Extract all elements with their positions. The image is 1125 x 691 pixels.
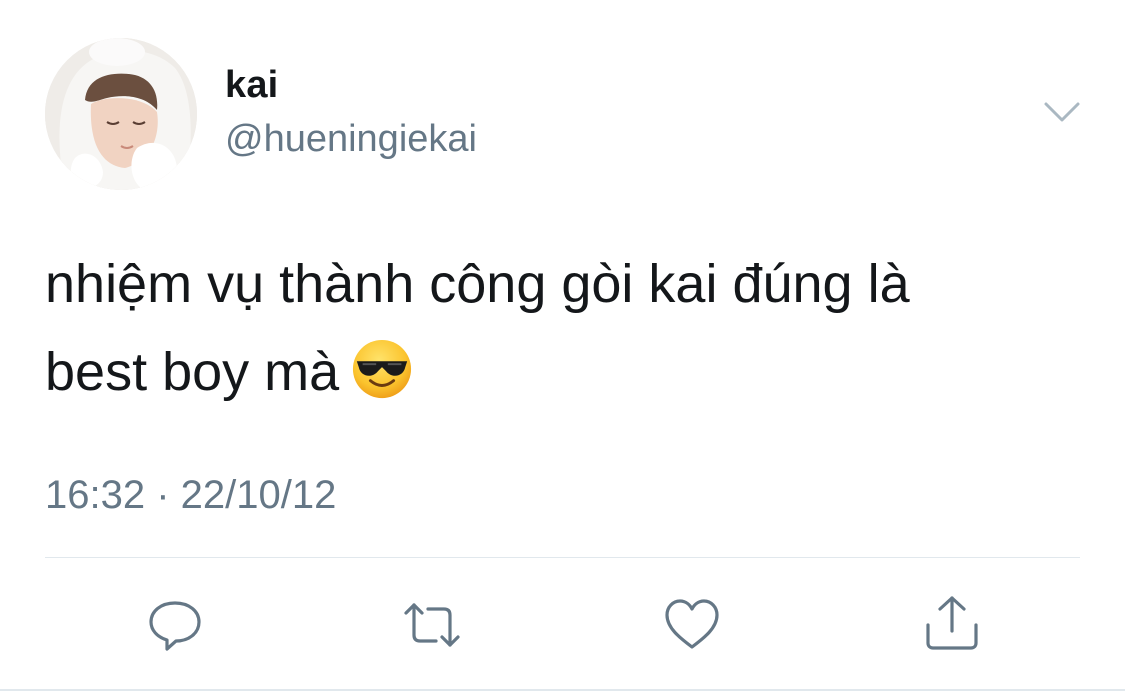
chevron-down-icon[interactable] [1040, 96, 1084, 128]
tweet-text-line-1: nhiệm vụ thành công gòi kai đúng là [45, 254, 910, 314]
tweet-text-line-2-text: best boy mà [45, 342, 340, 402]
retweet-icon [404, 603, 460, 647]
display-name[interactable]: kai [225, 64, 278, 107]
share-icon [926, 596, 978, 650]
reply-icon [149, 601, 201, 651]
reply-button[interactable] [145, 595, 205, 655]
tweet-timestamp[interactable]: 16:32 · 22/10/12 [45, 473, 336, 518]
avatar-image [45, 38, 197, 190]
retweet-button[interactable] [402, 595, 462, 655]
tweet-text: nhiệm vụ thành công gòi kai đúng là best… [45, 240, 1085, 416]
like-button[interactable] [662, 595, 722, 655]
avatar[interactable] [45, 38, 197, 190]
sunglasses-emoji-icon [351, 338, 413, 400]
like-icon [665, 599, 719, 649]
user-handle[interactable]: @hueningiekai [225, 118, 477, 161]
share-button[interactable] [922, 595, 982, 655]
divider [45, 557, 1080, 558]
tweet-text-line-2: best boy mà [45, 328, 1085, 416]
